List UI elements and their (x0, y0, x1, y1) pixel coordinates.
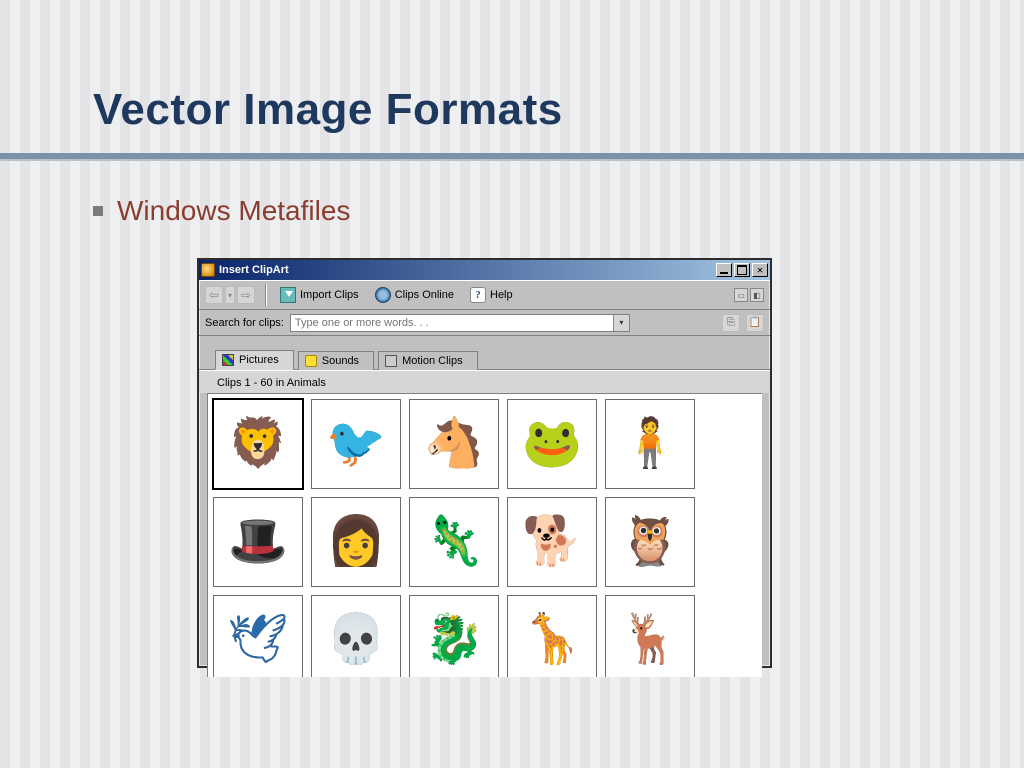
toolbar: ⇦ ▾ ⇨ Import Clips Clips Online ? Help ▭… (199, 280, 770, 310)
clip-bird-flying[interactable]: 🕊 (213, 595, 303, 677)
clip-cattle-skull[interactable]: 💀 (311, 595, 401, 677)
bird-flying-icon: 🕊 (228, 616, 289, 664)
search-input[interactable] (291, 315, 613, 331)
dinosaur-icon: 🦎 (424, 518, 484, 566)
help-icon: ? (470, 287, 486, 303)
slide-subtitle: Windows Metafiles (93, 195, 350, 227)
cattle-skull-icon: 💀 (326, 616, 386, 664)
search-field: ▾ (290, 314, 630, 332)
titlebar[interactable]: Insert ClipArt (199, 260, 770, 280)
clip-antelope[interactable]: 🦌 (605, 595, 695, 677)
tab-strip: Pictures Sounds Motion Clips (199, 336, 770, 370)
search-bar: Search for clips: ▾ ⎘ 📋 (199, 310, 770, 336)
dock-collapse-button[interactable]: ▭ (734, 288, 748, 302)
dock-toggle-button[interactable]: ◧ (750, 288, 764, 302)
clip-giraffe[interactable]: 🦒 (507, 595, 597, 677)
pictures-icon (222, 354, 234, 366)
maximize-button[interactable] (734, 263, 750, 277)
dragon-icon: 🐉 (424, 616, 484, 664)
help-button[interactable]: ? Help (466, 285, 517, 305)
motion-icon (385, 355, 397, 367)
toolbar-separator (265, 284, 266, 306)
online-label: Clips Online (395, 289, 454, 301)
tab-pictures-label: Pictures (239, 354, 279, 366)
globe-icon (375, 287, 391, 303)
giraffe-icon: 🦒 (522, 616, 582, 664)
clip-dog[interactable]: 🐕 (507, 497, 597, 587)
magician-rabbit-icon: 🎩 (228, 518, 288, 566)
paste-button[interactable]: 📋 (746, 314, 764, 332)
close-button[interactable] (752, 263, 768, 277)
import-clips-button[interactable]: Import Clips (276, 285, 363, 305)
app-icon (201, 263, 215, 277)
clip-lion[interactable]: 🦁 (213, 399, 303, 489)
tab-pictures[interactable]: Pictures (215, 350, 294, 370)
antelope-icon: 🦌 (620, 616, 680, 664)
clips-online-button[interactable]: Clips Online (371, 285, 458, 305)
clip-grid[interactable]: 🦁 🐦 🐴 🐸 🧍 🎩 👩 🦎 🐕 🦉 🕊 💀 🐉 🦒 🦌 (207, 393, 762, 677)
copy-button[interactable]: ⎘ (722, 314, 740, 332)
tab-motion-label: Motion Clips (402, 355, 463, 367)
title-divider-shadow (0, 159, 1024, 161)
forward-button[interactable]: ⇨ (237, 286, 255, 304)
vet-with-dog-icon: 👩 (326, 518, 386, 566)
slide-title: Vector Image Formats (93, 85, 563, 135)
search-label: Search for clips: (205, 317, 284, 329)
clip-dragon[interactable]: 🐉 (409, 595, 499, 677)
clip-horse-head[interactable]: 🐴 (409, 399, 499, 489)
clip-vet-with-dog[interactable]: 👩 (311, 497, 401, 587)
clip-dinosaur[interactable]: 🦎 (409, 497, 499, 587)
help-label: Help (490, 289, 513, 301)
back-history-dropdown[interactable]: ▾ (225, 286, 235, 304)
heron-icon: 🐦 (326, 420, 386, 468)
results-status: Clips 1 - 60 in Animals (199, 370, 770, 393)
sounds-icon (305, 355, 317, 367)
clip-hunter[interactable]: 🧍 (605, 399, 695, 489)
window-title: Insert ClipArt (219, 264, 289, 276)
search-dropdown-button[interactable]: ▾ (613, 315, 629, 331)
owl-reading-icon: 🦉 (620, 518, 680, 566)
back-button[interactable]: ⇦ (205, 286, 223, 304)
minimize-button[interactable] (716, 263, 732, 277)
clipart-window: Insert ClipArt ⇦ ▾ ⇨ Import Clips Clips … (197, 258, 772, 668)
frog-icon: 🐸 (522, 420, 582, 468)
import-icon (280, 287, 296, 303)
clip-magician-rabbit[interactable]: 🎩 (213, 497, 303, 587)
tab-sounds[interactable]: Sounds (298, 351, 374, 370)
dog-icon: 🐕 (522, 518, 582, 566)
clip-heron[interactable]: 🐦 (311, 399, 401, 489)
horse-head-icon: 🐴 (424, 420, 484, 468)
lion-icon: 🦁 (228, 420, 288, 468)
hunter-icon: 🧍 (620, 420, 680, 468)
tab-motion-clips[interactable]: Motion Clips (378, 351, 478, 370)
clip-owl-reading[interactable]: 🦉 (605, 497, 695, 587)
tab-sounds-label: Sounds (322, 355, 359, 367)
clip-frog[interactable]: 🐸 (507, 399, 597, 489)
import-label: Import Clips (300, 289, 359, 301)
